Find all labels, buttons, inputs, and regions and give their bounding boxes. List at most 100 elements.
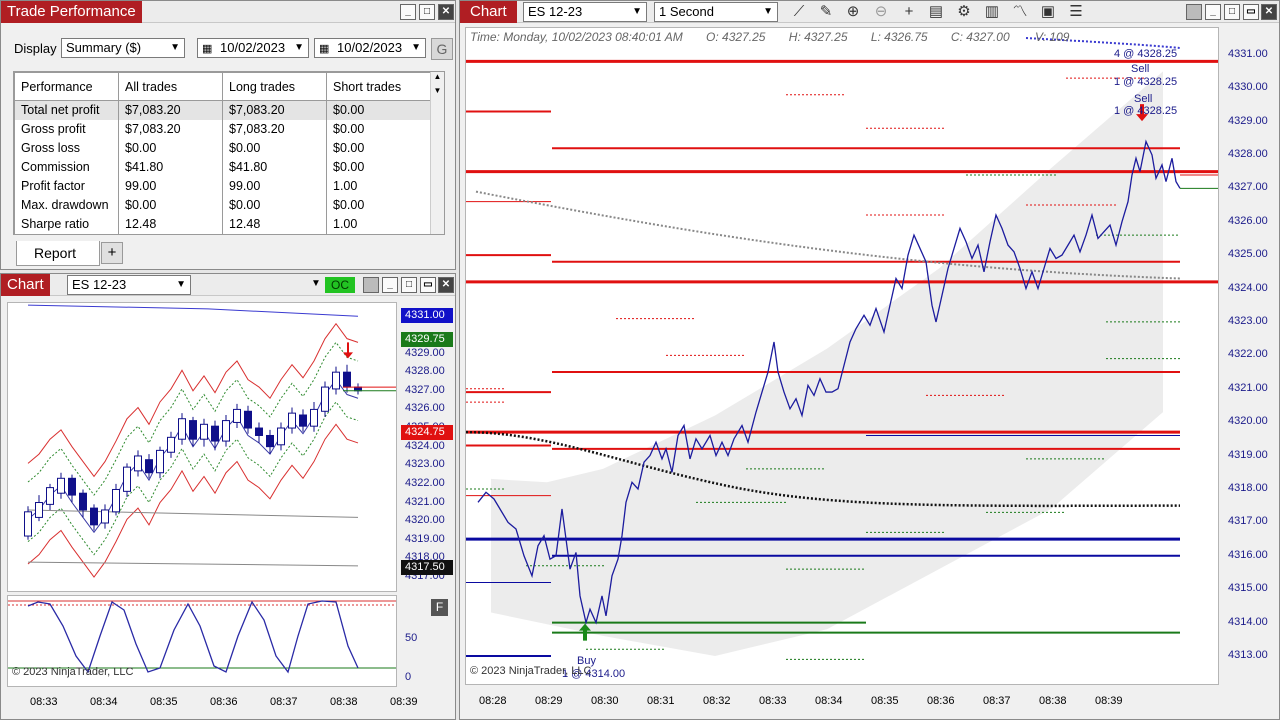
chevron-down-icon: ▼ xyxy=(411,42,421,53)
scroll-up-icon[interactable]: ▲ xyxy=(431,72,444,86)
column-header[interactable]: Short trades xyxy=(326,72,431,101)
close-icon[interactable]: ✕ xyxy=(438,4,454,20)
table-cell: Total net profit xyxy=(14,100,119,120)
table-row[interactable]: Gross profit $7,083.20 $7,083.20 $0.00 xyxy=(14,119,431,139)
minimize-icon[interactable]: _ xyxy=(382,277,398,293)
date-from-picker[interactable]: ▦ 10/02/2023 ▼ xyxy=(197,38,309,58)
price-axis-label: 4326.00 xyxy=(405,402,445,415)
price-axis-label: 4315.00 xyxy=(1228,582,1268,595)
go-button[interactable]: G xyxy=(431,38,453,60)
main-chart-toolbar[interactable]: Chart ES 12-23 ▼ 1 Second ▼ ⟋ ✎ ⊕ ⊖ + ▤ … xyxy=(460,1,1279,23)
small-chart-window: Chart ES 12-23 ▼ ▼ OC _ □ ▭ ✕ © 2023 Nin… xyxy=(0,273,456,720)
trade-performance-titlebar[interactable]: Trade Performance _ □ ✕ xyxy=(1,1,455,23)
maximize-icon[interactable]: □ xyxy=(401,277,417,293)
table-cell: $0.00 xyxy=(222,195,327,215)
candle-body xyxy=(222,420,230,442)
table-row[interactable]: Profit factor 99.00 99.00 1.00 xyxy=(14,176,431,196)
sell-price-2: 1 @ 4328.25 xyxy=(1114,105,1178,117)
time-axis-label: 08:32 xyxy=(703,695,731,707)
add-tab-button[interactable]: + xyxy=(101,242,123,264)
main-price-axis[interactable]: 4331.00 4330.00 4329.00 4328.00 4327.00 4326.… xyxy=(1220,27,1278,685)
minimize-icon[interactable]: _ xyxy=(1205,4,1221,20)
candle-body xyxy=(145,459,153,474)
restore-icon[interactable]: ▭ xyxy=(1243,4,1259,20)
small-price-axis[interactable]: 4331.00 4329.754329.00 4328.00 4327.00 4326.… xyxy=(399,302,453,592)
layout-icon[interactable] xyxy=(363,277,379,293)
price-axis-label: 4323.00 xyxy=(1228,314,1268,327)
price-tag: 4329.75 xyxy=(401,331,453,347)
small-chart-canvas[interactable] xyxy=(7,302,397,592)
price-axis-label: 4314.00 xyxy=(1228,615,1268,628)
price-axis-label: 4321.00 xyxy=(405,495,445,508)
interval-select[interactable]: 1 Second ▼ xyxy=(654,2,778,22)
indicators-icon[interactable]: 〽 xyxy=(1011,3,1029,21)
main-chart-canvas[interactable]: Time: Monday, 10/02/2023 08:40:01 AM O: … xyxy=(465,27,1219,685)
display-select[interactable]: Summary ($) ▼ xyxy=(61,38,185,58)
crosshair-icon[interactable]: + xyxy=(900,3,918,21)
small-chart-toolbar[interactable]: Chart ES 12-23 ▼ ▼ OC _ □ ▭ ✕ xyxy=(1,274,455,296)
chevron-down-icon: ▼ xyxy=(632,6,642,17)
properties-icon[interactable]: ⚙ xyxy=(955,3,973,21)
candle-body xyxy=(101,509,109,524)
oc-button[interactable]: OC xyxy=(325,277,355,293)
candle-body xyxy=(178,418,186,440)
minimize-icon[interactable]: _ xyxy=(400,4,416,20)
price-tag: 4324.75 xyxy=(401,424,453,440)
sell-price-1: 1 @ 4328.25 xyxy=(1114,76,1178,88)
pencil-icon[interactable]: ✎ xyxy=(817,3,835,21)
dropdown-arrow-icon[interactable]: ▼ xyxy=(311,278,321,289)
table-row[interactable]: Sharpe ratio 12.48 12.48 1.00 xyxy=(14,214,431,234)
table-cell: $41.80 xyxy=(222,157,327,177)
table-row[interactable]: Commission $41.80 $41.80 $0.00 xyxy=(14,157,431,177)
column-header[interactable]: Performance xyxy=(14,72,119,101)
price-axis-label: 4330.00 xyxy=(1228,81,1268,94)
trade-performance-window: Trade Performance _ □ ✕ Display Summary … xyxy=(0,0,456,270)
time-axis-label: 08:28 xyxy=(479,695,507,707)
zoom-out-icon[interactable]: ⊖ xyxy=(872,3,890,21)
tab-report[interactable]: Report xyxy=(16,241,100,266)
table-cell: $0.00 xyxy=(118,138,223,158)
instrument-select[interactable]: ES 12-23 ▼ xyxy=(67,275,191,295)
table-row[interactable]: Max. drawdown $0.00 $0.00 $0.00 xyxy=(14,195,431,215)
table-scrollbar[interactable]: ▲ ▼ xyxy=(430,72,444,234)
small-osc-canvas[interactable]: © 2023 NinjaTrader, LLC xyxy=(7,595,397,687)
layout-icon[interactable] xyxy=(1186,4,1202,20)
price-axis-label: 4321.00 xyxy=(1228,381,1268,394)
time-axis-label: 08:34 xyxy=(90,696,118,708)
price-axis-label: 4316.00 xyxy=(1228,548,1268,561)
table-cell: 99.00 xyxy=(222,176,327,196)
close-icon[interactable]: ✕ xyxy=(1261,4,1277,20)
candle-body xyxy=(354,386,362,392)
table-cell: $0.00 xyxy=(326,138,431,158)
column-header[interactable]: Long trades xyxy=(222,72,327,101)
maximize-icon[interactable]: □ xyxy=(1224,4,1240,20)
table-row[interactable]: Total net profit $7,083.20 $7,083.20 $0.00 xyxy=(14,100,431,120)
candle-body xyxy=(332,371,340,390)
scroll-down-icon[interactable]: ▼ xyxy=(431,86,444,100)
instrument-select[interactable]: ES 12-23 ▼ xyxy=(523,2,647,22)
exit-annotation: 4 @ 4328.25 xyxy=(1114,48,1178,60)
f-button[interactable]: F xyxy=(431,599,448,616)
bar-type-icon[interactable]: ▥ xyxy=(983,3,1001,21)
time-axis-label: 08:36 xyxy=(927,695,955,707)
maximize-icon[interactable]: □ xyxy=(419,4,435,20)
table-cell: $7,083.20 xyxy=(118,119,223,139)
data-info-line: Time: Monday, 10/02/2023 08:40:01 AM O: … xyxy=(470,30,1069,44)
restore-icon[interactable]: ▭ xyxy=(420,277,436,293)
sell-label-1: Sell xyxy=(1131,63,1150,75)
zoom-in-icon[interactable]: ⊕ xyxy=(844,3,862,21)
strategies-icon[interactable]: ▣ xyxy=(1039,3,1057,21)
candle-body xyxy=(68,477,76,496)
column-header[interactable]: All trades xyxy=(118,72,223,101)
time-axis-label: 08:31 xyxy=(647,695,675,707)
date-to-picker[interactable]: ▦ 10/02/2023 ▼ xyxy=(314,38,426,58)
line-tool-icon[interactable]: ⟋ xyxy=(790,3,808,21)
time-axis-label: 08:37 xyxy=(270,696,298,708)
table-cell: 1.00 xyxy=(326,176,431,196)
table-cell: $0.00 xyxy=(326,195,431,215)
time-axis-label: 08:29 xyxy=(535,695,563,707)
close-icon[interactable]: ✕ xyxy=(438,277,454,293)
data-box-icon[interactable]: ▤ xyxy=(927,3,945,21)
table-row[interactable]: Gross loss $0.00 $0.00 $0.00 xyxy=(14,138,431,158)
list-icon[interactable]: ☰ xyxy=(1067,3,1085,21)
